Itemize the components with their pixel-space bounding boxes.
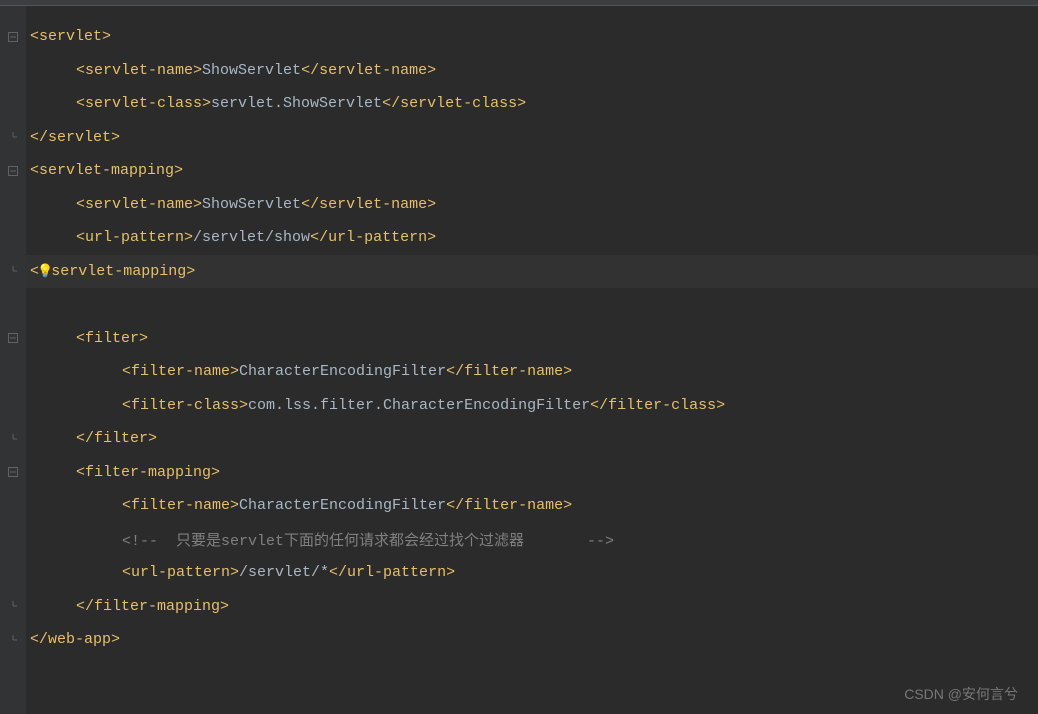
code-line[interactable]: <servlet-mapping>: [26, 154, 1038, 188]
xml-tag: </servlet-class>: [382, 95, 526, 112]
xml-tag: </filter-name>: [446, 497, 572, 514]
xml-tag: <filter-mapping>: [76, 464, 220, 481]
xml-text: com.lss.filter.CharacterEncodingFilter: [248, 397, 590, 414]
xml-text: ShowServlet: [202, 196, 301, 213]
xml-text: CharacterEncodingFilter: [239, 363, 446, 380]
xml-tag: <filter-name>: [122, 497, 239, 514]
fold-end-icon[interactable]: [0, 623, 26, 657]
xml-tag: servlet-mapping>: [51, 263, 195, 280]
xml-tag: </filter>: [76, 430, 157, 447]
gutter-blank: [0, 489, 26, 523]
gutter-blank: [0, 188, 26, 222]
xml-tag: <filter>: [76, 330, 148, 347]
code-line[interactable]: <servlet>: [26, 20, 1038, 54]
fold-collapse-icon[interactable]: [0, 20, 26, 54]
fold-end-icon[interactable]: [0, 590, 26, 624]
code-editor[interactable]: <servlet><servlet-name>ShowServlet</serv…: [0, 6, 1038, 714]
fold-end-icon[interactable]: [0, 255, 26, 289]
fold-collapse-icon[interactable]: [0, 154, 26, 188]
code-line[interactable]: <url-pattern>/servlet/show</url-pattern>: [26, 221, 1038, 255]
fold-end-icon[interactable]: [0, 422, 26, 456]
code-line[interactable]: <💡servlet-mapping>: [26, 255, 1038, 289]
xml-comment: <!-- 只要是servlet下面的任何请求都会经过找个过滤器 -->: [122, 529, 614, 550]
fold-end-icon[interactable]: [0, 121, 26, 155]
code-line[interactable]: <filter-class>com.lss.filter.CharacterEn…: [26, 389, 1038, 423]
code-line[interactable]: </filter>: [26, 422, 1038, 456]
code-line[interactable]: <filter-name>CharacterEncodingFilter</fi…: [26, 489, 1038, 523]
xml-tag: <filter-class>: [122, 397, 248, 414]
xml-tag: <servlet-name>: [76, 196, 202, 213]
xml-tag: </servlet>: [30, 129, 120, 146]
watermark: CSDN @安何言兮: [904, 684, 1018, 704]
code-line[interactable]: [26, 288, 1038, 322]
code-line[interactable]: <servlet-name>ShowServlet</servlet-name>: [26, 54, 1038, 88]
xml-tag: <servlet>: [30, 28, 111, 45]
code-line[interactable]: <filter>: [26, 322, 1038, 356]
xml-tag: <url-pattern>: [122, 564, 239, 581]
xml-text: servlet.ShowServlet: [211, 95, 382, 112]
gutter-blank: [0, 87, 26, 121]
gutter-blank: [0, 54, 26, 88]
xml-tag: </servlet-name>: [301, 62, 436, 79]
gutter-blank: [0, 288, 26, 322]
xml-tag: <servlet-name>: [76, 62, 202, 79]
xml-text: /servlet/show: [193, 229, 310, 246]
xml-tag: </filter-name>: [446, 363, 572, 380]
code-line[interactable]: </servlet>: [26, 121, 1038, 155]
xml-text: /servlet/*: [239, 564, 329, 581]
code-line[interactable]: <servlet-name>ShowServlet</servlet-name>: [26, 188, 1038, 222]
gutter-blank: [0, 221, 26, 255]
code-line[interactable]: <url-pattern>/servlet/*</url-pattern>: [26, 556, 1038, 590]
xml-text: CharacterEncodingFilter: [239, 497, 446, 514]
gutter-blank: [0, 556, 26, 590]
code-line[interactable]: <servlet-class>servlet.ShowServlet</serv…: [26, 87, 1038, 121]
fold-collapse-icon[interactable]: [0, 456, 26, 490]
code-line[interactable]: <filter-mapping>: [26, 456, 1038, 490]
xml-tag: </filter-class>: [590, 397, 725, 414]
xml-tag: <filter-name>: [122, 363, 239, 380]
xml-tag: </url-pattern>: [329, 564, 455, 581]
code-line[interactable]: </filter-mapping>: [26, 590, 1038, 624]
xml-tag: <servlet-class>: [76, 95, 211, 112]
gutter: [0, 6, 26, 714]
code-line[interactable]: <!-- 只要是servlet下面的任何请求都会经过找个过滤器 -->: [26, 523, 1038, 557]
gutter-blank: [0, 523, 26, 557]
xml-tag: </web-app>: [30, 631, 120, 648]
intention-bulb-icon[interactable]: 💡: [37, 264, 53, 279]
xml-tag: </filter-mapping>: [76, 598, 229, 615]
code-line[interactable]: </web-app>: [26, 623, 1038, 657]
xml-tag: <url-pattern>: [76, 229, 193, 246]
code-area[interactable]: <servlet><servlet-name>ShowServlet</serv…: [26, 6, 1038, 714]
xml-tag: </url-pattern>: [310, 229, 436, 246]
fold-collapse-icon[interactable]: [0, 322, 26, 356]
xml-tag: <servlet-mapping>: [30, 162, 183, 179]
gutter-blank: [0, 389, 26, 423]
code-line[interactable]: <filter-name>CharacterEncodingFilter</fi…: [26, 355, 1038, 389]
xml-tag: </servlet-name>: [301, 196, 436, 213]
gutter-blank: [0, 355, 26, 389]
xml-text: ShowServlet: [202, 62, 301, 79]
